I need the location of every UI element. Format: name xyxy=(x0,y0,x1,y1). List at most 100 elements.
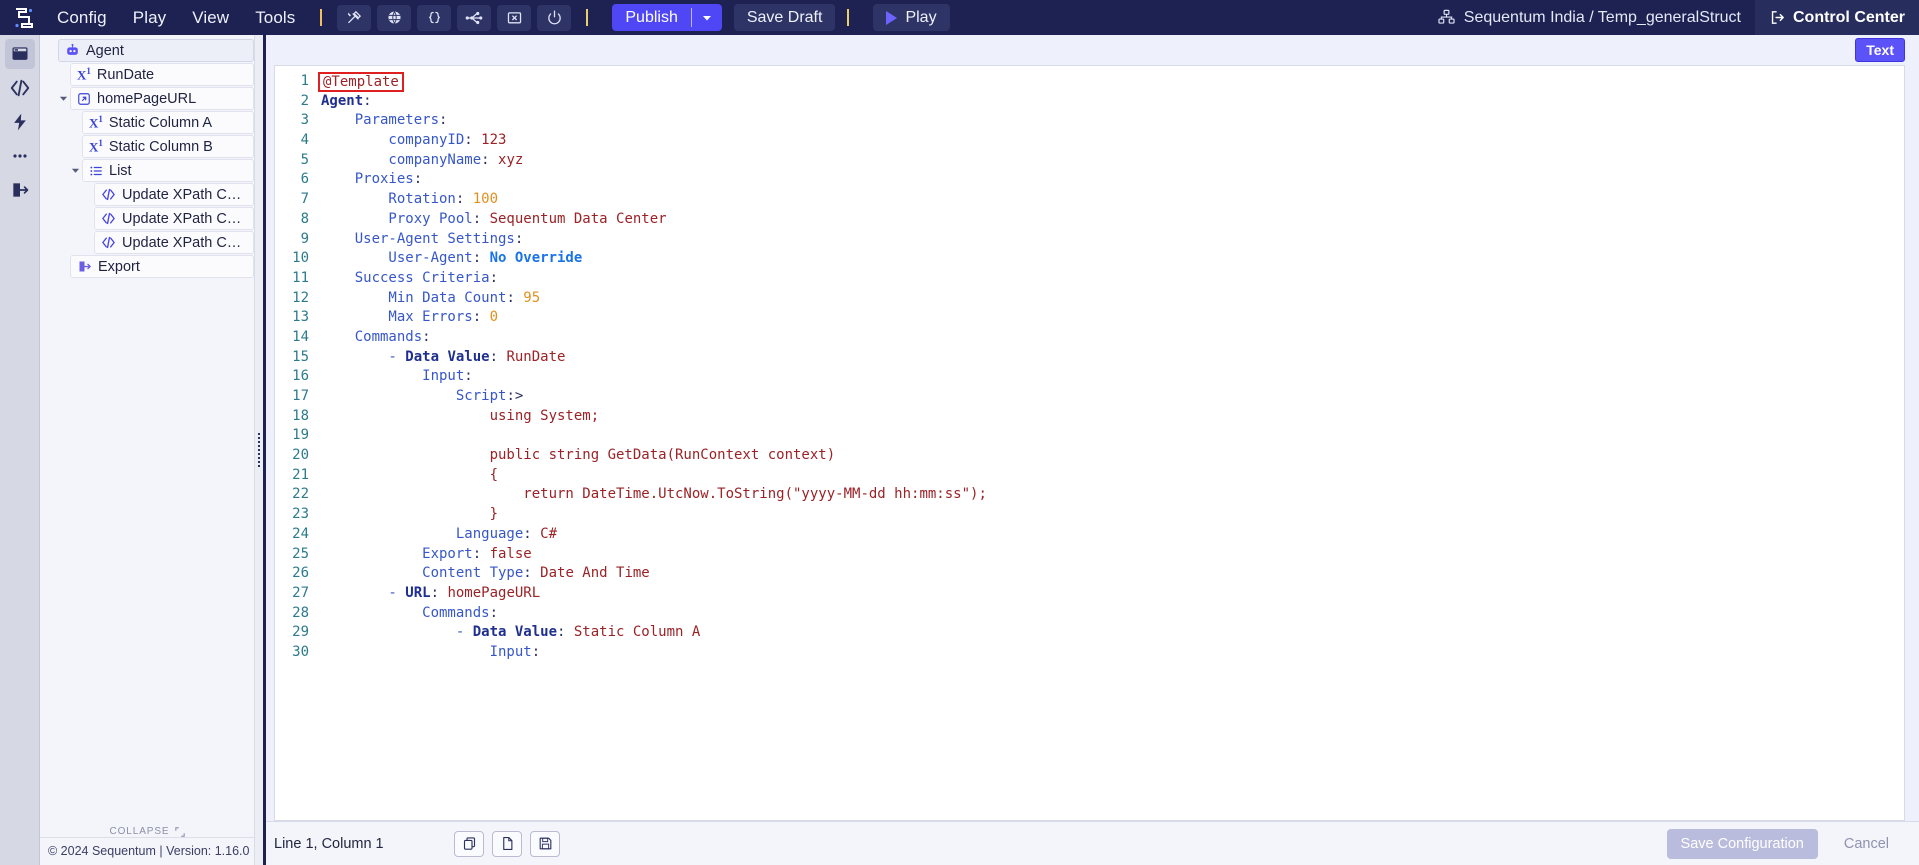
tools-wrench-button[interactable] xyxy=(337,4,372,31)
control-center-button[interactable]: Control Center xyxy=(1755,0,1919,35)
tree-item-homepageurl[interactable]: homePageURL xyxy=(40,87,254,110)
tree-item-label: Export xyxy=(98,258,140,275)
tree-item-update-xpath-column-a[interactable]: Update XPath Column A xyxy=(40,183,254,206)
ellipsis-icon xyxy=(12,154,27,158)
chevron-down-icon[interactable] xyxy=(68,166,82,175)
cancel-button[interactable]: Cancel xyxy=(1828,829,1905,859)
code-token: C# xyxy=(540,525,558,542)
rail-item-code[interactable] xyxy=(5,73,35,103)
rail-item-export[interactable] xyxy=(5,175,35,205)
menu-view[interactable]: View xyxy=(179,4,242,32)
code-token: User-Agent Settings xyxy=(321,230,515,247)
code-token: Max Errors xyxy=(321,309,473,326)
tree-item-chip[interactable]: homePageURL xyxy=(70,87,254,110)
code-line: 15 - Data Value: RunDate xyxy=(275,348,1904,368)
publish-button[interactable]: Publish xyxy=(612,4,690,31)
code-line: 19 xyxy=(275,426,1904,446)
collapse-brackets-icon xyxy=(174,826,185,837)
braces-button[interactable] xyxy=(417,4,452,31)
panel-splitter[interactable] xyxy=(255,35,263,865)
code-line: 9 User-Agent Settings: xyxy=(275,230,1904,250)
tree-item-label: List xyxy=(109,162,132,179)
line-number: 2 xyxy=(300,92,309,109)
editor-mode-text-button[interactable]: Text xyxy=(1855,38,1905,62)
code-editor[interactable]: 1 @Template 2 Agent: 3 Parameters: 4 companyI… xyxy=(274,65,1905,821)
tree-item-chip[interactable]: X1 Static Column A xyxy=(82,111,254,134)
footer-copyright: © 2024 Sequentum | Version: 1.16.0 xyxy=(40,837,254,865)
code-token: :> xyxy=(506,388,524,404)
code-line-text: - URL: homePageURL xyxy=(321,584,1904,604)
code-token: Static Column A xyxy=(573,624,701,641)
tree-item-label: Agent xyxy=(86,42,124,59)
code-token: Parameters xyxy=(321,112,440,129)
tree-item-static-column-a[interactable]: X1 Static Column A xyxy=(40,111,254,134)
sequentum-logo-icon xyxy=(15,7,33,28)
code-token: : xyxy=(422,328,431,345)
rail-item-more[interactable] xyxy=(5,141,35,171)
code-line: 18 using System; xyxy=(275,407,1904,427)
tree-item-rundate[interactable]: X1 RunDate xyxy=(40,63,254,86)
line-number: 12 xyxy=(292,289,309,306)
code-token: : xyxy=(514,230,524,247)
save-disk-button[interactable] xyxy=(530,830,560,857)
tree-item-chip[interactable]: Update XPath Column C xyxy=(94,231,254,254)
tree-item-list[interactable]: List xyxy=(40,159,254,182)
top-toolbar: Config Play View Tools Publish Save Draf… xyxy=(0,0,1919,35)
line-number: 19 xyxy=(292,427,309,444)
tree-item-export[interactable]: Export xyxy=(40,255,254,278)
menu-play[interactable]: Play xyxy=(120,4,179,32)
network-nodes-icon xyxy=(466,11,483,24)
close-file-button[interactable] xyxy=(497,4,532,31)
save-draft-button[interactable]: Save Draft xyxy=(733,4,836,31)
code-token: 100 xyxy=(472,191,499,208)
menu-config[interactable]: Config xyxy=(44,4,120,32)
rail-item-layout[interactable] xyxy=(4,39,35,69)
play-button[interactable]: Play xyxy=(873,4,950,31)
code-line: 1 @Template xyxy=(275,72,1904,92)
globe-button[interactable] xyxy=(377,4,412,31)
code-token: Proxies xyxy=(321,171,414,188)
code-token: Commands xyxy=(321,604,490,621)
code-line: 20 public string GetData(RunContext cont… xyxy=(275,446,1904,466)
tree-item-chip[interactable]: X1 RunDate xyxy=(70,63,254,86)
code-line: 27 - URL: homePageURL xyxy=(275,584,1904,604)
code-token: Data Value xyxy=(472,624,558,641)
tree-item-update-xpath-column-b[interactable]: Update XPath Column B xyxy=(40,207,254,230)
code-token: - xyxy=(321,584,406,601)
tree-item-agent[interactable]: Agent xyxy=(40,39,254,62)
publish-dropdown-button[interactable] xyxy=(692,4,722,31)
code-line: 12 Min Data Count: 95 xyxy=(275,289,1904,309)
save-configuration-button[interactable]: Save Configuration xyxy=(1666,828,1818,859)
network-nodes-button[interactable] xyxy=(457,4,492,31)
code-token: : xyxy=(489,269,499,286)
code-line: 24 Language: C# xyxy=(275,525,1904,545)
tree-item-update-xpath-column-c[interactable]: Update XPath Column C xyxy=(40,231,254,254)
org-breadcrumb[interactable]: Sequentum India / Temp_generalStruct xyxy=(1437,8,1741,27)
line-number: 21 xyxy=(292,466,309,483)
tree-item-chip[interactable]: Update XPath Column B xyxy=(94,207,254,230)
menu-tools[interactable]: Tools xyxy=(242,4,308,32)
tree-item-chip[interactable]: List xyxy=(82,159,254,182)
code-line: 4 companyID: 123 xyxy=(275,131,1904,151)
new-file-button[interactable] xyxy=(492,830,522,857)
code-lines: 1 @Template 2 Agent: 3 Parameters: 4 companyI… xyxy=(275,66,1904,663)
code-brackets-icon xyxy=(101,187,116,202)
code-token: 0 xyxy=(489,309,499,326)
power-button[interactable] xyxy=(537,4,572,31)
tree-item-static-column-b[interactable]: X1 Static Column B xyxy=(40,135,254,158)
tree-item-chip[interactable]: Export xyxy=(70,255,254,278)
lightning-bolt-icon xyxy=(13,113,26,131)
copy-button[interactable] xyxy=(454,830,484,857)
tree-item-chip[interactable]: Update XPath Column A xyxy=(94,183,254,206)
tree-item-chip[interactable]: Agent xyxy=(58,39,254,62)
copy-icon xyxy=(463,837,475,850)
chevron-down-icon[interactable] xyxy=(56,94,70,103)
external-link-icon xyxy=(77,92,91,106)
rail-item-actions[interactable] xyxy=(5,107,35,137)
collapse-tree-button[interactable]: COLLAPSE xyxy=(40,821,254,837)
code-line-text: Content Type: Date And Time xyxy=(321,564,1904,584)
app-logo[interactable] xyxy=(4,0,44,35)
tree-item-chip[interactable]: X1 Static Column B xyxy=(82,135,254,158)
code-token: : xyxy=(506,289,524,306)
